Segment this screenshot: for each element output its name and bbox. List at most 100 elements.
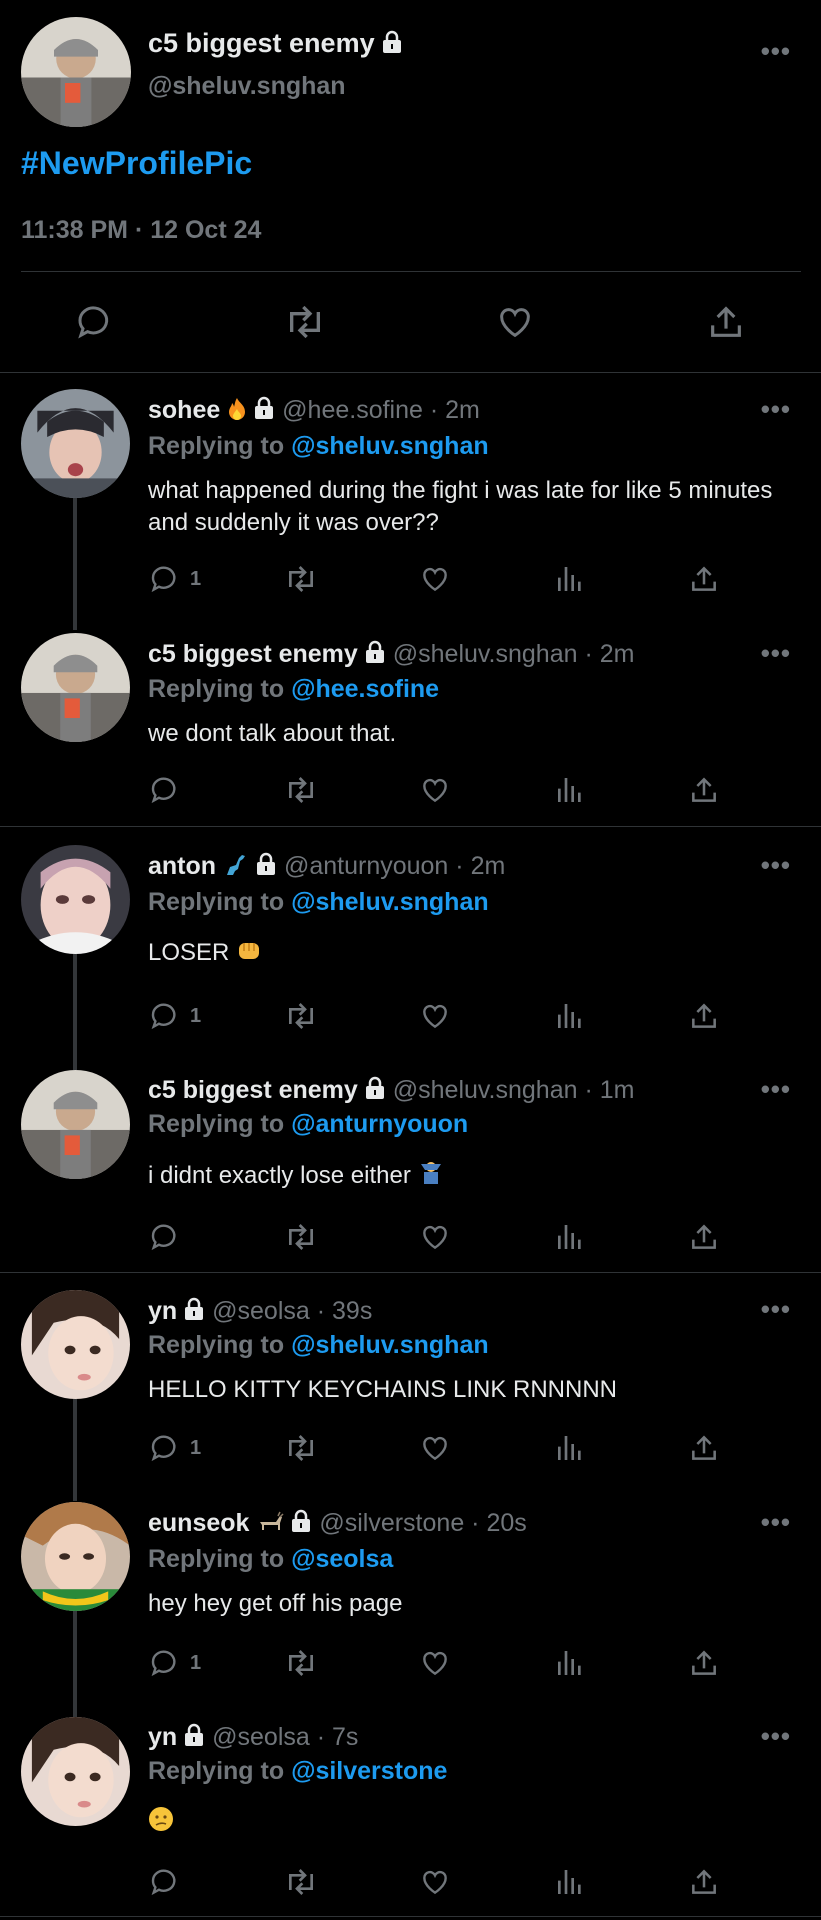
replying-to-link[interactable]: @sheluv.snghan xyxy=(291,888,489,916)
reply-header: c5 biggest enemy @sheluv.snghan · 2m xyxy=(148,640,634,671)
more-icon[interactable]: ••• xyxy=(761,1076,791,1102)
more-icon[interactable]: ••• xyxy=(761,1296,791,1322)
retweet-icon[interactable] xyxy=(282,1432,320,1464)
reply-handle[interactable]: @seolsa xyxy=(212,1723,310,1751)
reply-text xyxy=(148,1806,788,1841)
replying-to-link[interactable]: @anturnyouon xyxy=(291,1110,468,1138)
retweet-icon[interactable] xyxy=(282,563,320,595)
reply-time: · 2m xyxy=(429,396,480,424)
thread-line xyxy=(73,1611,77,1717)
reply-icon[interactable] xyxy=(148,1221,190,1253)
reply-icon[interactable] xyxy=(74,302,116,342)
retweet-icon[interactable] xyxy=(282,1866,320,1898)
lock-icon xyxy=(253,396,275,427)
reply-author-name[interactable]: eunseok xyxy=(148,1509,249,1537)
like-icon[interactable] xyxy=(494,302,536,342)
reply-header: yn @seolsa · 7s xyxy=(148,1723,358,1754)
replying-to: Replying to @sheluv.snghan xyxy=(148,432,489,460)
reply-author-name[interactable]: c5 biggest enemy xyxy=(148,1076,358,1104)
reply-handle[interactable]: @silverstone xyxy=(319,1509,464,1537)
reply-handle[interactable]: @hee.sofine xyxy=(282,396,423,424)
replying-to-link[interactable]: @silverstone xyxy=(291,1757,447,1785)
like-icon[interactable] xyxy=(418,1647,452,1679)
share-icon[interactable] xyxy=(706,302,746,342)
like-icon[interactable] xyxy=(418,1866,452,1898)
reply-handle[interactable]: @seolsa xyxy=(212,1297,310,1325)
views-icon[interactable] xyxy=(553,1866,587,1898)
views-icon[interactable] xyxy=(553,563,587,595)
confused-face-emoji xyxy=(148,1806,174,1841)
retweet-icon[interactable] xyxy=(282,1221,320,1253)
reply-handle[interactable]: @sheluv.snghan xyxy=(393,640,578,668)
reply-text: we dont talk about that. xyxy=(148,720,397,747)
views-icon[interactable] xyxy=(553,1000,587,1032)
reply-icon[interactable]: 1 xyxy=(148,1000,201,1032)
views-icon[interactable] xyxy=(553,1647,587,1679)
share-icon[interactable] xyxy=(688,1647,720,1679)
reply-author-name[interactable]: yn xyxy=(148,1297,177,1325)
main-timestamp: 11:38 PM · 12 Oct 24 xyxy=(21,216,262,244)
replying-to: Replying to @anturnyouon xyxy=(148,1110,469,1138)
goat-emoji xyxy=(256,1510,284,1541)
reply-avatar[interactable] xyxy=(21,389,130,498)
thread-line xyxy=(73,1398,77,1501)
share-icon[interactable] xyxy=(688,1221,720,1253)
like-icon[interactable] xyxy=(418,1432,452,1464)
like-icon[interactable] xyxy=(418,1221,452,1253)
views-icon[interactable] xyxy=(553,1432,587,1464)
replying-to-link[interactable]: @seolsa xyxy=(291,1545,393,1573)
reply-author-name[interactable]: c5 biggest enemy xyxy=(148,640,358,668)
reply-avatar[interactable] xyxy=(21,845,130,954)
like-icon[interactable] xyxy=(418,1000,452,1032)
like-icon[interactable] xyxy=(418,774,452,806)
reply-handle[interactable]: @sheluv.snghan xyxy=(393,1076,578,1104)
share-icon[interactable] xyxy=(688,774,720,806)
reply-count: 1 xyxy=(190,1004,202,1027)
reply-avatar[interactable] xyxy=(21,633,130,742)
more-icon[interactable]: ••• xyxy=(761,1509,791,1535)
share-icon[interactable] xyxy=(688,1000,720,1032)
more-icon[interactable]: ••• xyxy=(761,1723,791,1749)
reply-icon[interactable] xyxy=(148,1866,190,1898)
replying-to: Replying to @silverstone xyxy=(148,1757,448,1785)
main-author-handle[interactable]: @sheluv.snghan xyxy=(148,72,346,101)
replying-to-link[interactable]: @hee.sofine xyxy=(291,675,439,703)
more-icon[interactable]: ••• xyxy=(761,852,791,878)
reply-handle[interactable]: @anturnyouon xyxy=(284,852,448,880)
share-icon[interactable] xyxy=(688,563,720,595)
lock-icon xyxy=(255,852,277,883)
reply-count: 1 xyxy=(190,1651,202,1674)
more-icon[interactable]: ••• xyxy=(761,640,791,666)
reply-icon[interactable] xyxy=(148,774,190,806)
replying-to-link[interactable]: @sheluv.snghan xyxy=(291,1331,489,1359)
reply-avatar[interactable] xyxy=(21,1717,130,1826)
retweet-icon[interactable] xyxy=(282,1647,320,1679)
share-icon[interactable] xyxy=(688,1866,720,1898)
reply-author-name[interactable]: anton xyxy=(148,852,216,880)
reply-avatar[interactable] xyxy=(21,1070,130,1179)
reply-author-name[interactable]: yn xyxy=(148,1723,177,1751)
retweet-icon[interactable] xyxy=(282,774,320,806)
main-avatar[interactable] xyxy=(21,17,131,127)
more-icon[interactable]: ••• xyxy=(761,396,791,422)
reply-avatar[interactable] xyxy=(21,1290,130,1399)
reply-header: c5 biggest enemy @sheluv.snghan · 1m xyxy=(148,1076,634,1107)
replying-to: Replying to @sheluv.snghan xyxy=(148,888,489,916)
reply-avatar[interactable] xyxy=(21,1502,130,1611)
main-author-name[interactable]: c5 biggest enemy xyxy=(148,28,403,61)
like-icon[interactable] xyxy=(418,563,452,595)
share-icon[interactable] xyxy=(688,1432,720,1464)
retweet-icon[interactable] xyxy=(282,302,328,342)
views-icon[interactable] xyxy=(553,1221,587,1253)
replying-to-link[interactable]: @sheluv.snghan xyxy=(291,432,489,460)
views-icon[interactable] xyxy=(553,774,587,806)
retweet-icon[interactable] xyxy=(282,1000,320,1032)
main-tweet-text[interactable]: #NewProfilePic xyxy=(21,145,252,182)
lock-icon xyxy=(364,640,386,671)
reply-icon[interactable]: 1 xyxy=(148,563,201,595)
reply-icon[interactable]: 1 xyxy=(148,1647,201,1679)
reply-icon[interactable]: 1 xyxy=(148,1432,201,1464)
more-icon[interactable]: ••• xyxy=(761,38,791,64)
fist-emoji xyxy=(236,937,262,972)
reply-author-name[interactable]: sohee xyxy=(148,396,220,424)
